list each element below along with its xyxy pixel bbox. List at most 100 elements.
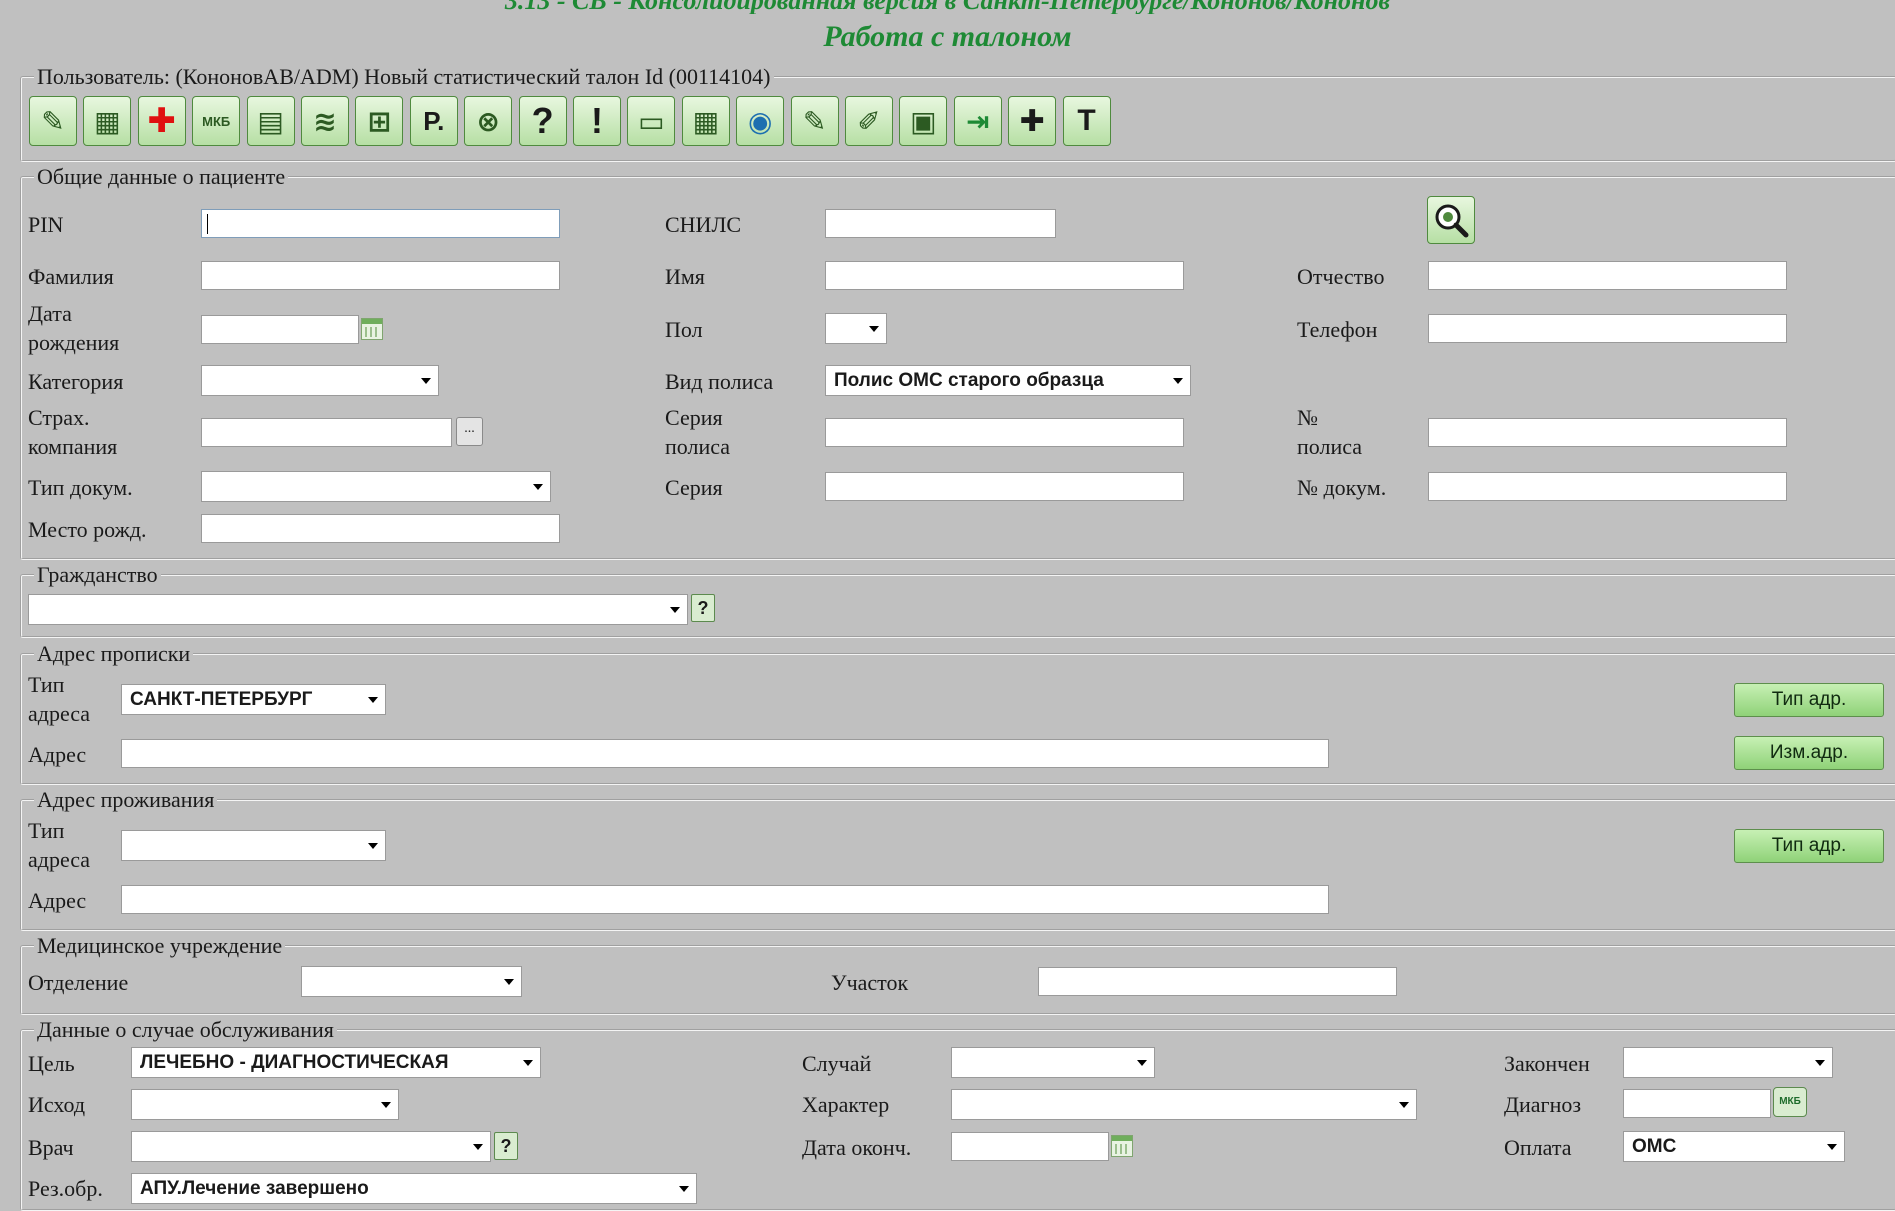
- policy-type-select[interactable]: Полис ОМС старого образца: [825, 365, 1191, 396]
- district-input[interactable]: [1038, 967, 1397, 996]
- toolbar-button-cancel[interactable]: ⊗: [464, 96, 513, 146]
- toolbar-button-mkb-book[interactable]: МКБ: [192, 96, 241, 146]
- edit-add-icon: ✎: [41, 105, 65, 137]
- toolbar-button-calendar[interactable]: ▦: [83, 96, 132, 146]
- policy-series-input[interactable]: [825, 418, 1184, 447]
- policy-series-label-line1: Серия: [665, 405, 723, 430]
- red-cross-icon: ✚: [147, 102, 177, 140]
- reg-address-type-label-line2: адреса: [28, 701, 91, 726]
- toolbar-button-document[interactable]: ▤: [246, 96, 295, 146]
- birth-date-input[interactable]: [201, 315, 359, 344]
- live-address-type-select[interactable]: [121, 830, 386, 861]
- policy-number-label-line1: №: [1297, 405, 1318, 430]
- outcome-label: Исход: [28, 1092, 86, 1117]
- chevron-down-icon: [670, 607, 680, 613]
- text-caret: [207, 214, 208, 234]
- chevron-down-icon: [381, 1102, 391, 1108]
- phone-input[interactable]: [1428, 314, 1787, 343]
- name-input[interactable]: [825, 261, 1184, 290]
- finished-select[interactable]: [1623, 1047, 1833, 1078]
- page-title: Работа с талоном: [823, 20, 1072, 53]
- toolbar-button-erase-page[interactable]: ✐: [845, 96, 893, 146]
- calendar-icon[interactable]: [361, 318, 383, 340]
- citizenship-select[interactable]: [28, 594, 688, 625]
- live-address-type-button[interactable]: Тип адр.: [1734, 829, 1884, 863]
- reg-address-input[interactable]: [121, 739, 1329, 768]
- toolbar-button-prescription[interactable]: P.: [409, 96, 458, 146]
- change-address-button[interactable]: Изм.адр.: [1734, 736, 1884, 770]
- user-info: Пользователь: (КононовAB/ADM) Новый стат…: [37, 64, 771, 89]
- finished-label: Закончен: [1504, 1051, 1590, 1076]
- toolbar-button-map[interactable]: ≋: [301, 96, 349, 146]
- new-page-icon: ✚: [1019, 104, 1045, 138]
- result-select[interactable]: АПУ.Лечение завершено: [131, 1173, 697, 1204]
- toolbar-button-red-cross[interactable]: ✚: [137, 96, 186, 146]
- end-date-calendar-icon[interactable]: [1111, 1135, 1133, 1157]
- toolbar-button-exit[interactable]: ⇥: [953, 96, 1002, 146]
- case-select[interactable]: [951, 1047, 1155, 1078]
- live-address-label: Адрес: [28, 888, 87, 913]
- patronymic-input[interactable]: [1428, 261, 1787, 290]
- diagnosis-input[interactable]: [1623, 1089, 1771, 1118]
- pin-input[interactable]: [201, 209, 560, 238]
- toolbar-button-hospital-bed[interactable]: ⊞: [355, 96, 404, 146]
- chevron-down-icon: [1827, 1144, 1837, 1150]
- new-talon-icon: T: [1077, 104, 1096, 137]
- live-address-type-label-line1: Тип: [28, 818, 65, 843]
- calendar-grid-icon: ▦: [692, 105, 720, 137]
- result-value: АПУ.Лечение завершено: [140, 1178, 369, 1199]
- chevron-down-icon: [504, 979, 514, 985]
- reg-address-type-button[interactable]: Тип адр.: [1734, 683, 1884, 717]
- toolbar-button-globe[interactable]: ◉: [736, 96, 785, 146]
- end-date-input[interactable]: [951, 1132, 1109, 1161]
- doctor-select[interactable]: [131, 1131, 491, 1162]
- prescription-icon: P.: [423, 105, 445, 136]
- erase-page-icon: ✐: [857, 105, 881, 137]
- toolbar-button-edit-add[interactable]: ✎: [29, 96, 77, 146]
- window-icon: ▭: [638, 105, 665, 137]
- chevron-down-icon: [869, 326, 879, 332]
- toolbar-button-edit-page[interactable]: ✎: [790, 96, 839, 146]
- policy-number-input[interactable]: [1428, 418, 1787, 447]
- payment-select[interactable]: ОМС: [1623, 1131, 1845, 1162]
- chevron-down-icon: [1815, 1060, 1825, 1066]
- insurer-browse-button[interactable]: ...: [456, 417, 483, 446]
- chevron-down-icon: [533, 484, 543, 490]
- toolbar-button-calendar-grid[interactable]: ▦: [681, 96, 730, 146]
- toolbar-button-new-talon[interactable]: T: [1062, 96, 1111, 146]
- calendar-icon: ▦: [94, 105, 121, 137]
- toolbar-button-warning[interactable]: !: [573, 96, 621, 146]
- citizenship-help-icon[interactable]: ?: [691, 594, 715, 622]
- outcome-select[interactable]: [131, 1089, 399, 1120]
- surname-input[interactable]: [201, 261, 560, 290]
- chevron-down-icon: [368, 697, 378, 703]
- insurer-input[interactable]: [201, 418, 452, 447]
- doctor-help-icon[interactable]: ?: [494, 1132, 518, 1160]
- toolbar-button-save-print[interactable]: ▣: [899, 96, 948, 146]
- mkb-lookup-icon[interactable]: МКБ: [1773, 1087, 1807, 1117]
- doc-number-input[interactable]: [1428, 472, 1787, 501]
- toolbar-button-help[interactable]: ?: [518, 96, 567, 146]
- character-select[interactable]: [951, 1089, 1417, 1120]
- globe-icon: ◉: [747, 105, 773, 137]
- purpose-select[interactable]: ЛЕЧЕБНО - ДИАГНОСТИЧЕСКАЯ: [131, 1047, 541, 1078]
- snils-input[interactable]: [825, 209, 1056, 238]
- category-select[interactable]: [201, 365, 439, 396]
- toolbar-button-window[interactable]: ▭: [627, 96, 676, 146]
- live-address-input[interactable]: [121, 885, 1329, 914]
- insurer-label-line1: Страх.: [28, 405, 90, 430]
- department-select[interactable]: [301, 966, 522, 997]
- app-title: 3.13 - СВ - Консолидированная версия в С…: [0, 0, 1895, 14]
- birth-date-label-line2: рождения: [28, 330, 120, 355]
- character-label: Характер: [802, 1092, 890, 1117]
- reg-address-type-select[interactable]: САНКТ-ПЕТЕРБУРГ: [121, 684, 386, 715]
- birthplace-input[interactable]: [201, 514, 560, 543]
- doc-type-select[interactable]: [201, 471, 551, 502]
- toolbar-button-new-page[interactable]: ✚: [1008, 96, 1057, 146]
- citizenship-legend: Гражданство: [37, 562, 158, 587]
- sex-select[interactable]: [825, 313, 887, 344]
- doc-series-input[interactable]: [825, 472, 1184, 501]
- patient-search-button[interactable]: [1427, 196, 1475, 244]
- surname-label: Фамилия: [28, 264, 114, 289]
- sex-label: Пол: [665, 317, 703, 342]
